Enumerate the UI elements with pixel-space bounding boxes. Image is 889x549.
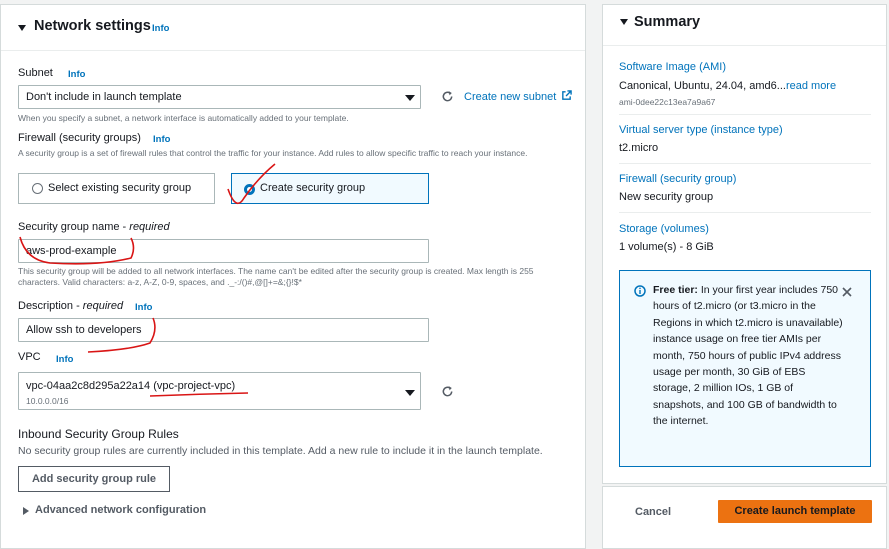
add-security-group-rule-button[interactable]: Add security group rule [18, 466, 170, 492]
sg-name-input[interactable]: aws-prod-example [18, 239, 429, 263]
ami-read-more-link[interactable]: read more [786, 80, 836, 92]
free-tier-body: In your first year includes 750 hours of… [653, 284, 843, 428]
vpc-select[interactable]: vpc-04aa2c8d295a22a14 (vpc-project-vpc) … [18, 372, 421, 410]
subnet-select-value: Don't include in launch template [26, 91, 182, 103]
vpc-label: VPC [18, 351, 41, 363]
create-sg-label: Create security group [260, 182, 366, 194]
collapse-caret-icon[interactable] [18, 25, 26, 31]
summary-actions: Cancel Create launch template [602, 486, 887, 549]
select-existing-sg-option[interactable]: Select existing security group [18, 173, 215, 204]
storage-value: 1 volume(s) - 8 GiB [619, 241, 714, 253]
summary-divider [619, 212, 871, 213]
create-new-subnet-link[interactable]: Create new subnet [464, 90, 573, 103]
refresh-icon[interactable] [441, 90, 454, 103]
sg-name-label-text: Security group name - [18, 221, 130, 233]
collapse-caret-icon[interactable] [620, 19, 628, 25]
ami-link[interactable]: Software Image (AMI) [619, 61, 726, 73]
subnet-description: When you specify a subnet, a network int… [18, 113, 349, 123]
refresh-icon[interactable] [441, 385, 454, 398]
free-tier-text: Free tier: In your first year includes 7… [653, 282, 843, 430]
external-link-icon [562, 90, 573, 100]
close-icon[interactable] [842, 287, 852, 297]
inbound-rules-title: Inbound Security Group Rules [18, 427, 179, 441]
free-tier-title: Free tier: [653, 284, 698, 296]
sg-name-label: Security group name - required [18, 221, 170, 233]
radio-selected[interactable] [244, 184, 255, 195]
description-input[interactable]: Allow ssh to developers [18, 318, 429, 342]
sg-name-description: This security group will be added to all… [18, 266, 534, 287]
instance-type-value: t2.micro [619, 142, 659, 154]
network-settings-panel: Network settings Info Subnet Info Don't … [0, 4, 586, 549]
subnet-select[interactable]: Don't include in launch template [18, 85, 421, 109]
summary-divider [619, 163, 871, 164]
vpc-select-value: vpc-04aa2c8d295a22a14 (vpc-project-vpc) [26, 380, 236, 392]
firewall-summary-value: New security group [619, 191, 714, 203]
summary-divider [603, 45, 886, 46]
chevron-down-icon [405, 390, 415, 396]
network-settings-header[interactable]: Network settings Info [1, 5, 585, 51]
subnet-info-link[interactable]: Info [68, 69, 85, 80]
description-required: required [82, 300, 124, 312]
vpc-cidr: 10.0.0.0/16 [26, 396, 69, 406]
sg-name-value: aws-prod-example [26, 245, 117, 257]
firewall-label: Firewall (security groups) [18, 132, 141, 144]
network-settings-info-link[interactable]: Info [152, 23, 169, 34]
firewall-description: A security group is a set of firewall ru… [18, 148, 528, 158]
radio-unselected[interactable] [32, 183, 43, 194]
summary-title: Summary [634, 14, 701, 30]
network-settings-title: Network settings [34, 18, 151, 34]
advanced-network-config-toggle[interactable]: Advanced network configuration [35, 504, 206, 516]
chevron-down-icon [405, 95, 415, 101]
ami-id: ami-0dee22c13ea7a9a67 [619, 97, 716, 107]
inbound-rules-description: No security group rules are currently in… [18, 445, 543, 457]
sg-name-required: required [129, 221, 170, 233]
description-label: Description - required [18, 300, 123, 312]
ami-value: Canonical, Ubuntu, 24.04, amd6...read mo… [619, 80, 836, 92]
create-launch-template-button[interactable]: Create launch template [718, 500, 872, 523]
select-existing-sg-label: Select existing security group [48, 182, 192, 194]
ami-value-text: Canonical, Ubuntu, 24.04, amd6... [619, 80, 786, 92]
vpc-info-link[interactable]: Info [56, 354, 73, 365]
cancel-button[interactable]: Cancel [635, 506, 671, 518]
create-new-subnet-label: Create new subnet [464, 91, 557, 103]
storage-link[interactable]: Storage (volumes) [619, 223, 709, 235]
instance-type-link[interactable]: Virtual server type (instance type) [619, 124, 783, 136]
description-label-text: Description - [18, 300, 83, 312]
create-sg-option[interactable]: Create security group [231, 173, 429, 204]
subnet-label: Subnet [18, 67, 53, 79]
info-circle-icon [634, 285, 646, 297]
firewall-info-link[interactable]: Info [153, 134, 170, 145]
summary-divider [619, 114, 871, 115]
expand-caret-icon[interactable] [23, 507, 29, 515]
summary-panel: Summary Software Image (AMI) Canonical, … [602, 4, 887, 484]
firewall-summary-link[interactable]: Firewall (security group) [619, 173, 736, 185]
description-value: Allow ssh to developers [26, 324, 142, 336]
description-info-link[interactable]: Info [135, 302, 152, 313]
free-tier-alert: Free tier: In your first year includes 7… [619, 270, 871, 467]
